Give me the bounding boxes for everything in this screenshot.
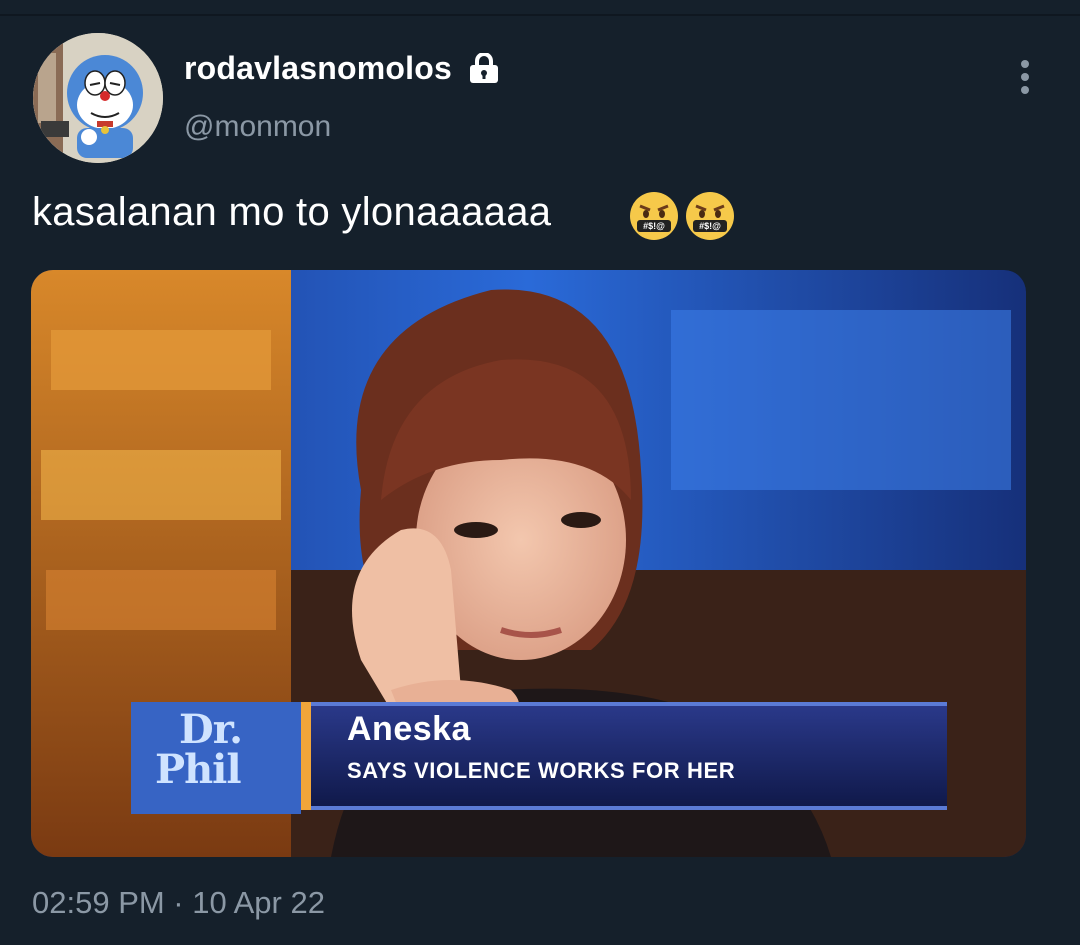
more-vertical-icon[interactable] [1012,60,1038,96]
face-with-symbols-emoji-icon: #$!@ [684,190,736,247]
author-display-name[interactable]: rodavlasnomolos [184,50,452,87]
tweet-timestamp[interactable]: 02:59 PM · 10 Apr 22 [32,885,325,921]
tweet-text: kasalanan mo to ylonaaaaaa [32,190,552,234]
emoji-symbols: #$!@ [643,221,665,231]
emoji-symbols: #$!@ [699,221,721,231]
lower-third-name: Aneska [347,710,471,748]
author-handle[interactable]: @monmon [184,110,331,144]
top-divider [0,14,1080,16]
face-with-symbols-emoji-icon: #$!@ [628,190,680,247]
show-logo-line2: Phil [155,746,242,793]
lower-third-subtitle: SAYS VIOLENCE WORKS FOR HER [347,758,736,783]
tweet-media-image[interactable]: Dr. Phil Aneska SAYS VIOLENCE WORKS FOR … [31,270,1026,857]
lock-icon [467,52,501,88]
avatar[interactable] [33,33,163,163]
